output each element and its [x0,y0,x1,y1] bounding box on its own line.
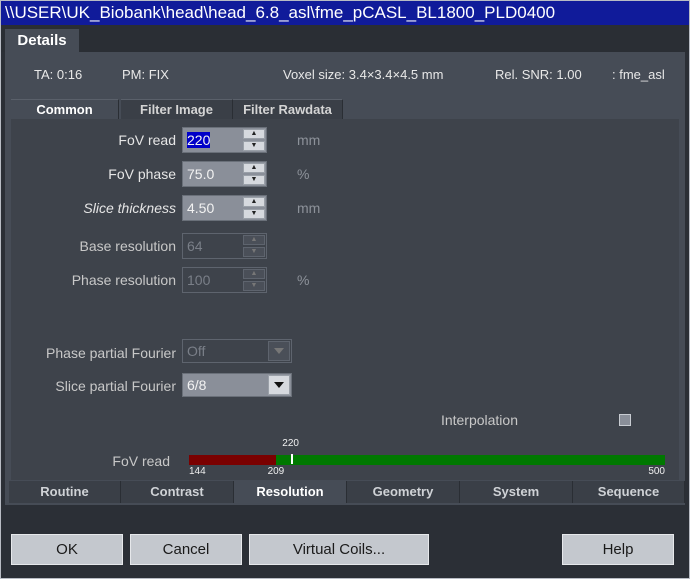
slice-partial-fourier-label: Slice partial Fourier [55,378,176,394]
slice-thickness-unit: mm [297,200,321,216]
spin-down-icon[interactable]: ▼ [243,247,265,257]
base-resolution-spinner[interactable]: ▲ ▼ [243,235,265,257]
ok-button[interactable]: OK [11,534,123,565]
fov-phase-field[interactable]: 75.0 ▲ ▼ [182,161,267,187]
phase-partial-fourier-select[interactable]: Off [182,339,292,363]
virtual-coils-button[interactable]: Virtual Coils... [249,534,429,565]
range-invalid-segment [189,455,276,465]
tab-details[interactable]: Details [5,29,79,52]
dropdown-button[interactable] [268,341,290,361]
base-resolution-value: 64 [187,238,203,254]
chevron-down-icon [274,382,284,388]
phase-resolution-field[interactable]: 100 ▲ ▼ [182,267,267,293]
phase-resolution-unit: % [297,272,310,288]
slice-partial-fourier-value: 6/8 [187,377,207,393]
slice-thickness-value[interactable]: 4.50 [187,200,214,216]
footer-button-bar: OK Cancel Virtual Coils... Help [1,505,689,578]
fov-read-label: FoV read [118,132,176,148]
spin-up-icon[interactable]: ▲ [243,163,265,173]
fov-phase-value[interactable]: 75.0 [187,166,214,182]
interpolation-label: Interpolation [440,412,518,428]
range-min-label: 144 [189,466,206,477]
fov-read-range-bar: 220 144 209 500 [189,436,665,480]
tab-routine[interactable]: Routine [9,481,121,503]
subtab-filter-image[interactable]: Filter Image [121,99,233,119]
spin-down-icon[interactable]: ▼ [243,141,265,151]
fov-read-spinner[interactable]: ▲ ▼ [243,129,265,151]
base-resolution-label: Base resolution [79,238,176,254]
spin-up-icon[interactable]: ▲ [243,129,265,139]
fov-phase-spinner[interactable]: ▲ ▼ [243,163,265,185]
ta-text: TA: 0:16 [34,67,83,82]
slice-thickness-spinner[interactable]: ▲ ▼ [243,197,265,219]
tab-sequence[interactable]: Sequence [573,481,685,503]
phase-partial-fourier-value: Off [187,343,206,359]
tab-contrast[interactable]: Contrast [121,481,234,503]
phase-resolution-label: Phase resolution [71,272,176,288]
pm-text: PM: FIX [122,67,169,82]
dropdown-button[interactable] [268,375,290,395]
fov-read-value[interactable]: 220 [187,132,211,148]
spin-down-icon[interactable]: ▼ [243,281,265,291]
range-current-label: 220 [282,438,299,449]
base-resolution-field[interactable]: 64 ▲ ▼ [182,233,267,259]
fov-read-unit: mm [297,132,321,148]
range-limit-label: 209 [267,466,285,477]
range-valid-segment [275,455,665,465]
help-button[interactable]: Help [562,534,674,565]
spin-up-icon[interactable]: ▲ [243,197,265,207]
fov-phase-label: FoV phase [108,166,176,182]
sequence-name-text: : fme_asl [612,67,665,82]
cancel-button[interactable]: Cancel [130,534,242,565]
spin-up-icon[interactable]: ▲ [243,235,265,245]
range-bar-label: FoV read [112,453,170,469]
spin-down-icon[interactable]: ▼ [243,209,265,219]
fov-phase-unit: % [297,166,310,182]
protocol-window: \\USER\UK_Biobank\head\head_6.8_asl\fme_… [0,0,690,579]
fov-read-field[interactable]: 220 ▲ ▼ [182,127,267,153]
common-content: FoV read 220 ▲ ▼ mm FoV phase 75.0 ▲ ▼ % S… [11,119,679,480]
chevron-down-icon [274,348,284,354]
tab-resolution[interactable]: Resolution [234,481,347,503]
spin-down-icon[interactable]: ▼ [243,175,265,185]
range-max-label: 500 [648,466,665,477]
phase-resolution-value: 100 [187,272,211,288]
range-current-marker [290,454,293,464]
voxel-size-text: Voxel size: 3.4×3.4×4.5 mm [283,67,444,82]
slice-thickness-field[interactable]: 4.50 ▲ ▼ [182,195,267,221]
phase-resolution-spinner[interactable]: ▲ ▼ [243,269,265,291]
slice-partial-fourier-select[interactable]: 6/8 [182,373,292,397]
tab-geometry[interactable]: Geometry [347,481,460,503]
tab-system[interactable]: System [460,481,573,503]
details-panel: TA: 0:16 PM: FIX Voxel size: 3.4×3.4×4.5… [5,52,685,505]
rel-snr-text: Rel. SNR: 1.00 [495,67,582,82]
window-title: \\USER\UK_Biobank\head\head_6.8_asl\fme_… [1,1,689,25]
slice-thickness-label: Slice thickness [83,200,176,216]
spin-up-icon[interactable]: ▲ [243,269,265,279]
phase-partial-fourier-label: Phase partial Fourier [46,345,176,361]
details-tab-bar: Details [1,25,689,52]
info-bar: TA: 0:16 PM: FIX Voxel size: 3.4×3.4×4.5… [5,63,685,87]
subtab-filter-rawdata[interactable]: Filter Rawdata [233,99,343,119]
subtab-common[interactable]: Common [11,99,119,119]
bottom-tab-bar: Routine Contrast Resolution Geometry Sys… [5,481,685,503]
interpolation-checkbox[interactable] [619,414,631,426]
